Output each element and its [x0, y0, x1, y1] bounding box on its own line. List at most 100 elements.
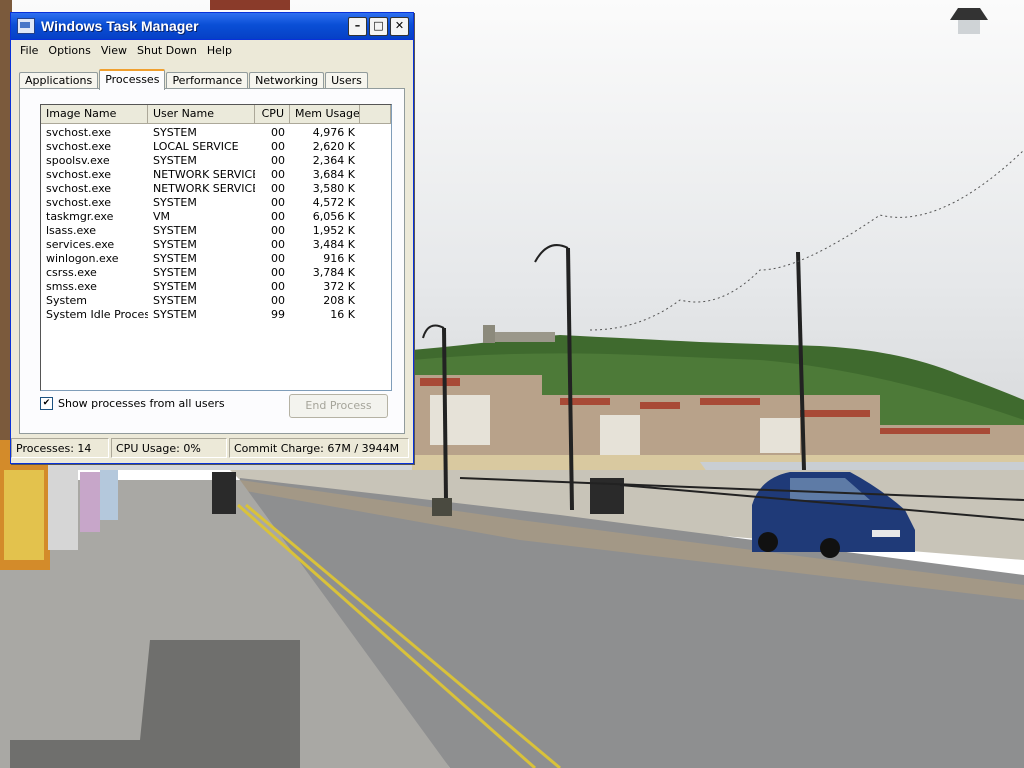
- process-image-name: svchost.exe: [46, 196, 112, 209]
- process-mem-usage: 16 K: [330, 308, 355, 321]
- process-cpu: 00: [271, 252, 285, 265]
- process-mem-usage: 4,976 K: [312, 126, 355, 139]
- close-button[interactable]: ✕: [390, 16, 409, 36]
- process-cpu: 00: [271, 168, 285, 181]
- process-mem-usage: 3,580 K: [312, 182, 355, 195]
- process-user-name: SYSTEM: [153, 196, 197, 209]
- process-image-name: spoolsv.exe: [46, 154, 110, 167]
- process-cpu: 00: [271, 126, 285, 139]
- process-user-name: SYSTEM: [153, 154, 197, 167]
- process-mem-usage: 4,572 K: [312, 196, 355, 209]
- process-user-name: SYSTEM: [153, 308, 197, 321]
- column-header-image-name[interactable]: Image Name: [41, 105, 148, 123]
- process-cpu: 00: [271, 210, 285, 223]
- process-mem-usage: 6,056 K: [312, 210, 355, 223]
- menu-options[interactable]: Options: [43, 44, 95, 57]
- process-user-name: NETWORK SERVICE: [153, 168, 255, 181]
- process-user-name: SYSTEM: [153, 294, 197, 307]
- process-mem-usage: 3,484 K: [312, 238, 355, 251]
- process-user-name: SYSTEM: [153, 252, 197, 265]
- column-header-filler: [360, 105, 391, 123]
- process-user-name: SYSTEM: [153, 266, 197, 279]
- show-all-processes-label: Show processes from all users: [58, 397, 225, 410]
- process-mem-usage: 2,620 K: [312, 140, 355, 153]
- process-image-name: taskmgr.exe: [46, 210, 114, 223]
- process-row[interactable]: lsass.exe SYSTEM 00 1,952 K: [41, 224, 391, 238]
- process-user-name: SYSTEM: [153, 126, 197, 139]
- task-manager-app-icon: [17, 18, 35, 34]
- column-header-mem-usage[interactable]: Mem Usage: [290, 105, 360, 123]
- process-row[interactable]: System Idle Process SYSTEM 99 16 K: [41, 308, 391, 322]
- process-user-name: SYSTEM: [153, 224, 197, 237]
- process-list[interactable]: Image Name User Name CPU Mem Usage svcho…: [40, 104, 392, 391]
- tab-networking[interactable]: Networking: [249, 72, 325, 89]
- process-mem-usage: 3,784 K: [312, 266, 355, 279]
- process-row[interactable]: taskmgr.exe VM 00 6,056 K: [41, 210, 391, 224]
- process-row[interactable]: winlogon.exe SYSTEM 00 916 K: [41, 252, 391, 266]
- process-row[interactable]: System SYSTEM 00 208 K: [41, 294, 391, 308]
- process-image-name: winlogon.exe: [46, 252, 119, 265]
- status-processes: Processes: 14: [11, 438, 109, 458]
- process-mem-usage: 916 K: [323, 252, 355, 265]
- column-header-user-name[interactable]: User Name: [148, 105, 255, 123]
- process-cpu: 00: [271, 294, 285, 307]
- process-cpu: 00: [271, 224, 285, 237]
- process-mem-usage: 2,364 K: [312, 154, 355, 167]
- menu-shut-down[interactable]: Shut Down: [132, 44, 202, 57]
- column-headers: Image Name User Name CPU Mem Usage: [41, 105, 391, 124]
- process-row[interactable]: svchost.exe SYSTEM 00 4,976 K: [41, 126, 391, 140]
- process-image-name: services.exe: [46, 238, 115, 251]
- process-image-name: lsass.exe: [46, 224, 96, 237]
- tab-performance[interactable]: Performance: [166, 72, 249, 89]
- process-row[interactable]: svchost.exe SYSTEM 00 4,572 K: [41, 196, 391, 210]
- processes-panel: Image Name User Name CPU Mem Usage svcho…: [19, 88, 405, 434]
- process-image-name: System: [46, 294, 88, 307]
- process-cpu: 00: [271, 266, 285, 279]
- process-cpu: 99: [271, 308, 285, 321]
- process-image-name: csrss.exe: [46, 266, 97, 279]
- process-row[interactable]: svchost.exe LOCAL SERVICE 00 2,620 K: [41, 140, 391, 154]
- menu-help[interactable]: Help: [202, 44, 237, 57]
- process-cpu: 00: [271, 196, 285, 209]
- process-user-name: LOCAL SERVICE: [153, 140, 239, 153]
- process-row[interactable]: svchost.exe NETWORK SERVICE 00 3,580 K: [41, 182, 391, 196]
- process-image-name: svchost.exe: [46, 140, 112, 153]
- process-image-name: svchost.exe: [46, 126, 112, 139]
- status-bar: Processes: 14 CPU Usage: 0% Commit Charg…: [11, 438, 413, 460]
- menu-view[interactable]: View: [96, 44, 132, 57]
- menu-file[interactable]: File: [15, 44, 43, 57]
- task-manager-window: Windows Task Manager – □ ✕ File Options …: [10, 12, 414, 464]
- process-mem-usage: 372 K: [323, 280, 355, 293]
- process-row[interactable]: services.exe SYSTEM 00 3,484 K: [41, 238, 391, 252]
- process-mem-usage: 3,684 K: [312, 168, 355, 181]
- process-cpu: 00: [271, 182, 285, 195]
- process-row[interactable]: smss.exe SYSTEM 00 372 K: [41, 280, 391, 294]
- show-all-processes[interactable]: ✔ Show processes from all users: [40, 397, 225, 410]
- end-process-button[interactable]: End Process: [289, 394, 388, 418]
- show-all-processes-checkbox[interactable]: ✔: [40, 397, 53, 410]
- process-image-name: System Idle Process: [46, 308, 148, 321]
- tab-users[interactable]: Users: [325, 72, 368, 89]
- title-bar[interactable]: Windows Task Manager – □ ✕: [11, 13, 413, 40]
- process-user-name: SYSTEM: [153, 280, 197, 293]
- process-row[interactable]: svchost.exe NETWORK SERVICE 00 3,684 K: [41, 168, 391, 182]
- process-cpu: 00: [271, 154, 285, 167]
- process-mem-usage: 1,952 K: [312, 224, 355, 237]
- maximize-button[interactable]: □: [369, 16, 388, 36]
- process-row[interactable]: spoolsv.exe SYSTEM 00 2,364 K: [41, 154, 391, 168]
- process-user-name: VM: [153, 210, 171, 223]
- process-user-name: SYSTEM: [153, 238, 197, 251]
- status-cpu-usage: CPU Usage: 0%: [111, 438, 227, 458]
- process-row[interactable]: csrss.exe SYSTEM 00 3,784 K: [41, 266, 391, 280]
- column-header-cpu[interactable]: CPU: [255, 105, 290, 123]
- process-cpu: 00: [271, 238, 285, 251]
- process-cpu: 00: [271, 280, 285, 293]
- process-cpu: 00: [271, 140, 285, 153]
- tab-strip: Applications Processes Performance Netwo…: [19, 69, 369, 90]
- tab-applications[interactable]: Applications: [19, 72, 99, 89]
- process-mem-usage: 208 K: [323, 294, 355, 307]
- minimize-button[interactable]: –: [348, 16, 367, 36]
- process-user-name: NETWORK SERVICE: [153, 182, 255, 195]
- menu-bar: File Options View Shut Down Help: [11, 40, 413, 60]
- tab-processes[interactable]: Processes: [99, 69, 166, 90]
